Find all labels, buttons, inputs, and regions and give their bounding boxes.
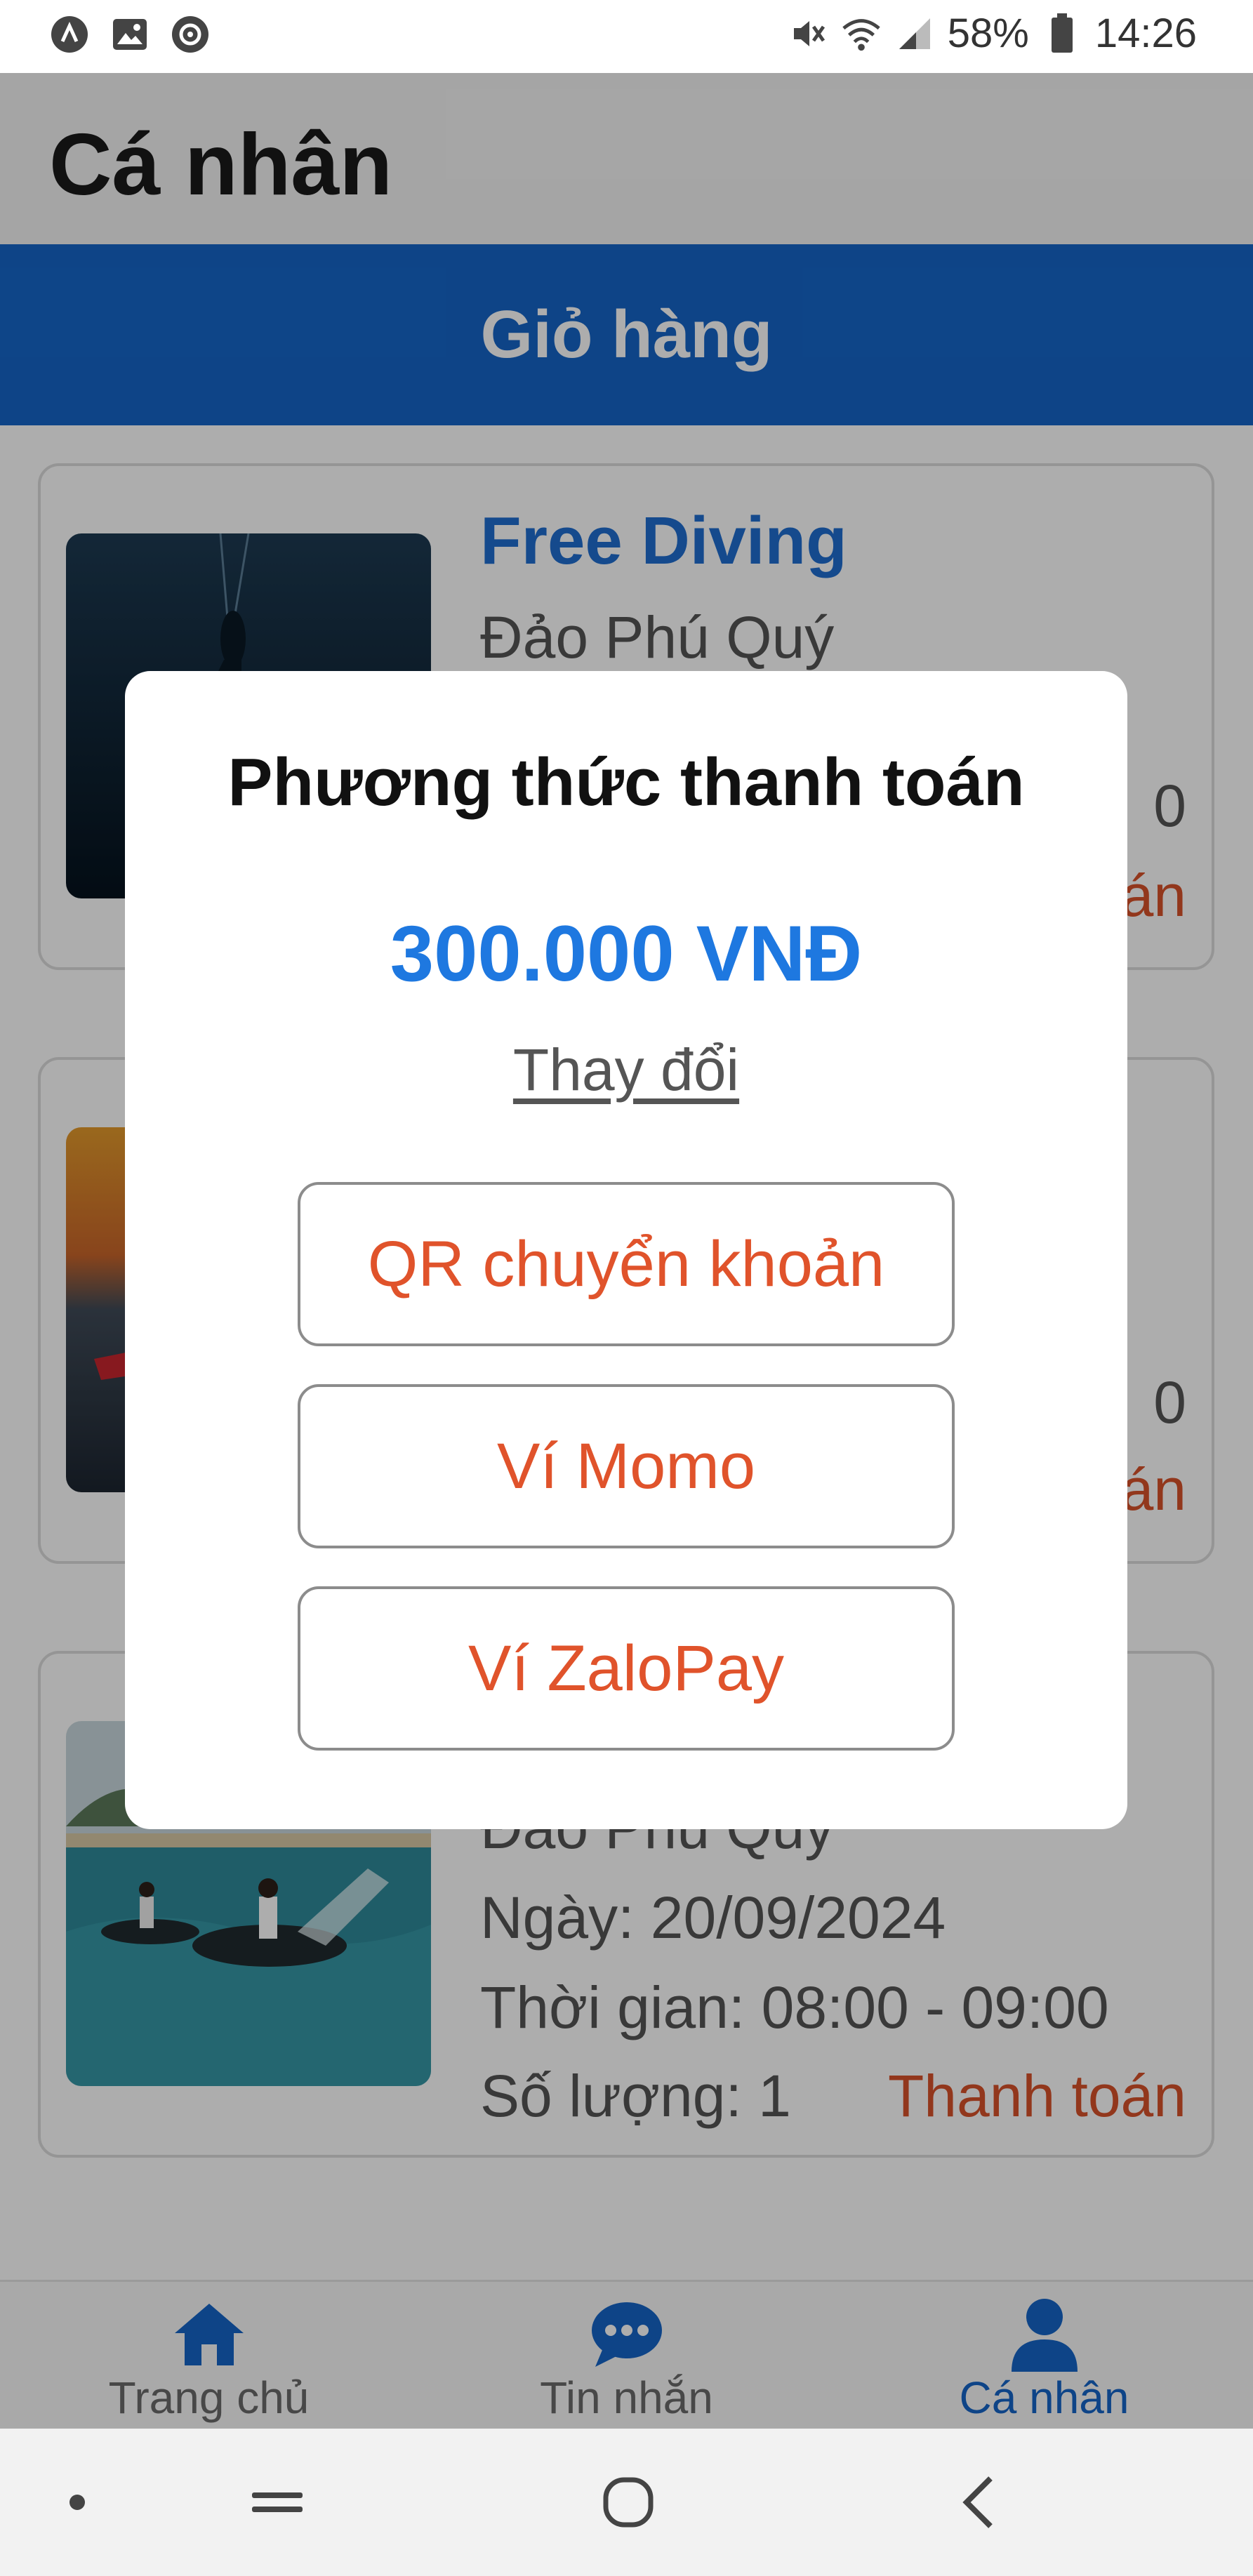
system-status: 58% 14:26 [788, 10, 1197, 57]
system-navigation-bar [0, 2429, 1253, 2576]
recent-apps-icon[interactable] [239, 2429, 316, 2576]
dot-icon[interactable] [49, 2429, 105, 2576]
signal-icon [894, 13, 935, 54]
wifi-icon [841, 13, 882, 54]
sync-notification-icon [170, 14, 211, 55]
back-icon[interactable] [941, 2429, 1018, 2576]
zalopay-wallet-button[interactable]: Ví ZaloPay [298, 1586, 955, 1751]
battery-percent: 58% [947, 11, 1029, 56]
qr-transfer-button[interactable]: QR chuyển khoản [298, 1182, 955, 1346]
change-link-row: Thay đổi [125, 1036, 1127, 1104]
change-amount-link[interactable]: Thay đổi [513, 1037, 739, 1103]
dialog-title: Phương thức thanh toán [227, 745, 1025, 820]
mute-icon [788, 13, 828, 54]
payment-method-dialog: Phương thức thanh toán 300.000 VNĐ Thay … [125, 671, 1127, 1829]
notification-icons [49, 14, 211, 55]
home-button-icon[interactable] [590, 2429, 667, 2576]
clock: 14:26 [1094, 11, 1197, 56]
momo-wallet-button[interactable]: Ví Momo [298, 1384, 955, 1548]
image-notification-icon [110, 14, 150, 55]
app-notification-icon [49, 14, 90, 55]
payment-amount: 300.000 VNĐ [390, 910, 863, 997]
status-bar: 58% 14:26 [0, 0, 1253, 73]
battery-icon [1042, 13, 1082, 54]
